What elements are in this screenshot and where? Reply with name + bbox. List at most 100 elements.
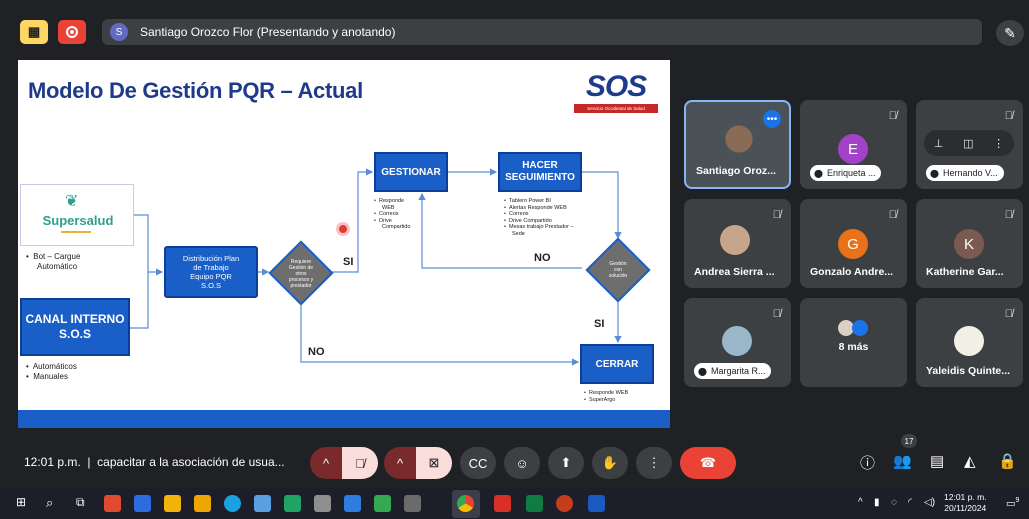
participant-name-pill: ⬤ Hernando V... [926,165,1004,181]
meeting-name: capacitar a la asociación de usua... [97,455,285,469]
mic-off-icon: 🎙̸ [1004,110,1013,122]
task-view-icon[interactable]: ⧉ [76,495,93,512]
participant-tile-hernando[interactable]: 🎙̸ ⊥ ◫ ⋮ ⬤ Hernando V... [916,100,1023,189]
canal-bullets: • Automáticos • Manuales [26,362,77,381]
calculator-icon[interactable] [254,495,271,512]
meeting-time: 12:01 p.m. [24,455,81,469]
mic-off-icon: 🎙̸ [772,209,781,221]
meeting-control-bar: 12:01 p.m. | capacitar a la asociación d… [0,440,1029,486]
app-icon-6[interactable] [404,495,421,512]
avatar: G [838,229,868,259]
distribucion-box: Distribución Plan de Trabajo Equipo PQR … [164,246,258,298]
hacer-seguimiento-box: HACER SEGUIMIENTO [498,152,582,192]
supersalud-label: Supersalud [42,213,114,228]
hide-tile-icon[interactable]: ◫ [963,137,973,150]
annotate-pen-icon[interactable]: ✎ [996,20,1024,46]
mic-off-icon: 🎙̸ [888,110,897,122]
app-icon-2[interactable] [134,495,151,512]
tray-chevron-icon[interactable]: ^ [858,497,863,508]
activities-icon[interactable]: ◭ [964,452,976,470]
taskbar-clock[interactable]: 12:01 p. m. 20/11/2024 [944,492,987,514]
participant-name: Santiago Oroz... [696,165,776,177]
more-vert-icon[interactable]: ⋮ [993,137,1004,150]
participant-tile-enriqueta[interactable]: 🎙̸ E ⬤ Enriqueta ... [800,100,907,189]
windows-start-icon[interactable]: ⊞ [16,495,33,512]
mic-off-icon: 🎙̸ [1004,308,1013,320]
chrome-icon-active[interactable] [452,490,480,518]
presenter-avatar: S [110,23,128,41]
taskbar-time: 12:01 p. m. [944,492,987,502]
audio-options-chevron-icon[interactable]: ^ [310,447,342,479]
meeting-info: 12:01 p.m. | capacitar a la asociación d… [24,455,285,469]
power-bi-icon[interactable] [164,495,181,512]
taskbar-date: 20/11/2024 [944,503,987,513]
participant-tile-gonzalo[interactable]: 🎙̸ G Gonzalo Andre... [800,199,907,288]
app-icon-1[interactable] [104,495,121,512]
presenter-banner[interactable]: S Santiago Orozco Flor (Presentando y an… [102,19,982,45]
file-explorer-icon[interactable] [194,495,211,512]
camera-off-button[interactable]: ⊠ [416,447,452,479]
participant-tile-katherine[interactable]: 🎙̸ K Katherine Gar... [916,199,1023,288]
avatar-photo [954,326,984,356]
participant-name-pill: ⬤ Enriqueta ... [810,165,882,181]
mic-off-button[interactable]: 🎙̸ [342,447,378,479]
pin-icon: ⬤ [930,168,939,178]
edge-icon[interactable] [224,495,241,512]
participant-tile-yaleidis[interactable]: 🎙̸ Yaleidis Quinte... [916,298,1023,387]
slide-footer-bar [18,410,670,428]
present-screen-button[interactable]: ⬆ [548,447,584,479]
tray-app-icon[interactable]: ▮ [874,497,880,508]
app-icon-3[interactable] [314,495,331,512]
more-options-icon[interactable]: ••• [763,110,781,128]
gestionar-box: GESTIONAR [374,152,448,192]
label-no-1: NO [308,346,325,358]
raise-hand-button[interactable]: ✋ [592,447,628,479]
supersalud-logo-icon: ❦ [65,193,79,210]
supersalud-underline [61,231,91,233]
participant-tile-more[interactable]: 8 más [800,298,907,387]
emoji-reaction-button[interactable]: ☺ [504,447,540,479]
supersalud-card: ❦ Supersalud [20,184,134,246]
search-icon[interactable]: ⌕ [46,495,63,512]
video-options-chevron-icon[interactable]: ^ [384,447,416,479]
canal-interno-box: CANAL INTERNO S.O.S [20,298,130,356]
label-si-2: SI [594,318,605,330]
app-icon-4[interactable] [344,495,361,512]
cerrar-box: CERRAR [580,344,654,384]
participant-name: Gonzalo Andre... [810,266,894,278]
notifications-icon[interactable]: ▭9 [1006,497,1019,509]
pin-icon: ⬤ [814,168,823,178]
powerpoint-icon[interactable] [556,495,573,512]
participant-name-pill: ⬤ Margarita R... [694,363,772,379]
wifi-icon[interactable]: ◜ [908,497,912,508]
tray-device-icon[interactable]: ◌ [891,497,897,508]
more-options-button[interactable]: ⋮ [636,447,672,479]
tile-controls[interactable]: ⊥ ◫ ⋮ [924,130,1014,156]
top-bar: ▦ S Santiago Orozco Flor (Presentando y … [0,0,1029,62]
avatar-photo [722,326,752,356]
pin-icon[interactable]: ⊥ [934,137,944,150]
more-participants-label: 8 más [838,341,869,353]
participant-tile-margarita[interactable]: 🎙̸ ⬤ Margarita R... [684,298,791,387]
chat-icon[interactable]: ▤ [930,452,944,470]
captions-button[interactable]: CC [460,447,496,479]
recording-icon[interactable] [58,20,86,44]
app-icon-5[interactable] [374,495,391,512]
participant-video [706,112,772,172]
meeting-details-icon[interactable]: ⓘ [860,452,875,473]
presenter-name: Santiago Orozco Flor (Presentando y anot… [140,25,396,39]
presentation-icon[interactable]: ▦ [20,20,48,44]
cerrar-bullets: • Responde WEB • SuperArgo [584,390,629,403]
participant-tile-santiago[interactable]: ••• Santiago Oroz... [684,100,791,189]
participant-name: Katherine Gar... [926,266,1004,278]
host-controls-lock-icon[interactable]: 🔒 [998,452,1017,470]
leave-call-button[interactable]: ☎ [680,447,736,479]
acrobat-icon[interactable] [494,495,511,512]
people-icon[interactable]: 👥 [893,452,912,470]
word-icon[interactable] [588,495,605,512]
volume-icon[interactable]: ◁) [924,497,935,508]
participant-count-badge: 17 [901,434,917,448]
participant-tile-andrea[interactable]: 🎙̸ Andrea Sierra ... [684,199,791,288]
chat-app-icon[interactable] [284,495,301,512]
excel-icon[interactable] [526,495,543,512]
